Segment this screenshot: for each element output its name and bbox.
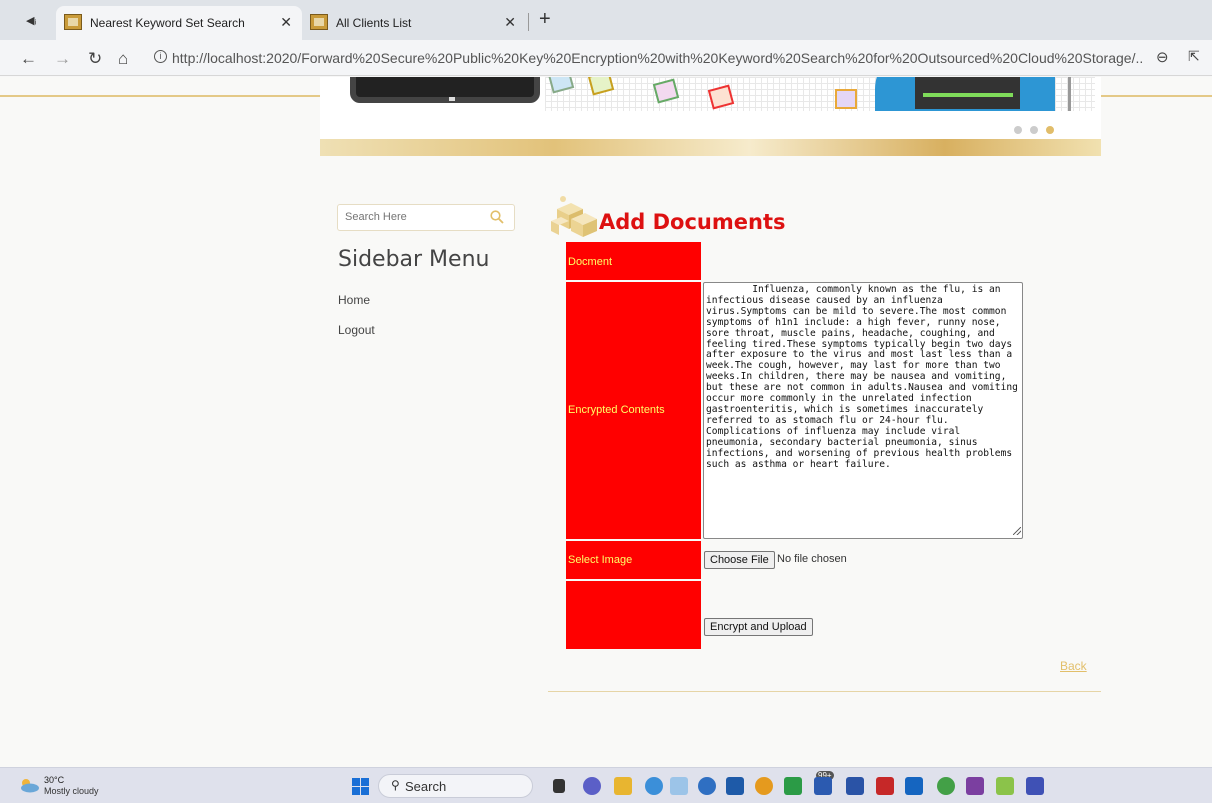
tablet-illustration xyxy=(350,77,540,103)
taskbar-search[interactable]: ⚲ Search xyxy=(378,774,533,798)
home-icon[interactable]: ⌂ xyxy=(118,49,128,69)
taskbar-search-label: Search xyxy=(405,779,447,794)
hero-slider xyxy=(320,77,1101,139)
reload-icon[interactable]: ↻ xyxy=(88,49,102,69)
gold-divider-bar xyxy=(320,139,1101,156)
slider-dot[interactable] xyxy=(1030,126,1038,134)
header-rule xyxy=(0,95,320,97)
search-input[interactable] xyxy=(345,211,485,223)
app-icon[interactable] xyxy=(670,777,688,795)
speaker-icon[interactable]: ◀ᵢ xyxy=(26,14,36,27)
url-field[interactable]: http://localhost:2020/Forward%20Secure%2… xyxy=(172,50,1142,66)
back-link[interactable]: Back xyxy=(1060,659,1087,673)
content-divider xyxy=(548,691,1101,692)
cubes-icon xyxy=(551,196,597,237)
submit-label-cell xyxy=(566,581,701,649)
site-favicon-icon xyxy=(310,14,328,30)
slider-dots xyxy=(1014,121,1062,139)
server-illustration xyxy=(875,77,1055,111)
new-tab-button[interactable]: + xyxy=(539,8,551,31)
notepad-icon[interactable] xyxy=(996,777,1014,795)
slider-dot[interactable] xyxy=(1014,126,1022,134)
weather-temperature: 30°C xyxy=(44,775,65,785)
header-rule xyxy=(1101,95,1212,97)
tab-all-clients[interactable]: All Clients List ✕ xyxy=(302,6,526,40)
banner-pole xyxy=(1068,77,1071,111)
search-icon[interactable] xyxy=(490,210,504,224)
document-label: Docment xyxy=(568,256,613,268)
sidebar-search xyxy=(337,204,515,231)
encrypted-label: Encrypted Contents xyxy=(568,404,665,416)
textarea-resize-handle[interactable] xyxy=(1013,527,1021,535)
image-label-cell: Select Image xyxy=(566,541,701,579)
tab-title: Nearest Keyword Set Search xyxy=(90,16,245,30)
zoom-icon[interactable]: ⊖ xyxy=(1156,48,1169,66)
tab-divider xyxy=(528,13,529,31)
sidebar-item-home[interactable]: Home xyxy=(338,293,370,307)
search-icon: ⚲ xyxy=(391,778,400,792)
file-explorer-icon[interactable] xyxy=(614,777,632,795)
app-icon[interactable] xyxy=(1026,777,1044,795)
page-title: Add Documents xyxy=(599,210,786,234)
choose-file-button[interactable]: Choose File xyxy=(704,551,775,569)
chat-icon[interactable] xyxy=(583,777,601,795)
search-app-icon[interactable] xyxy=(755,777,773,795)
address-bar-row: ← → ↻ ⌂ i http://localhost:2020/Forward%… xyxy=(0,40,1212,76)
windows-start-icon[interactable] xyxy=(352,778,369,795)
tab-nearest-keyword[interactable]: Nearest Keyword Set Search ✕ xyxy=(56,6,302,40)
windows-taskbar: 30°C Mostly cloudy ⚲ Search 99+ xyxy=(0,767,1212,803)
browser-tab-bar: ◀ᵢ Nearest Keyword Set Search ✕ All Clie… xyxy=(0,0,1212,40)
whatsapp-icon[interactable] xyxy=(784,777,802,795)
close-tab-icon[interactable]: ✕ xyxy=(280,14,292,31)
back-arrow-icon[interactable]: ← xyxy=(20,49,37,69)
task-view-icon[interactable] xyxy=(553,779,565,793)
app-icon[interactable] xyxy=(966,777,984,795)
slider-dot-active[interactable] xyxy=(1046,126,1054,134)
star-app-icon[interactable] xyxy=(698,777,716,795)
close-tab-icon[interactable]: ✕ xyxy=(504,14,516,31)
sidebar-item-logout[interactable]: Logout xyxy=(338,323,375,337)
encrypted-label-cell: Encrypted Contents xyxy=(566,282,701,539)
document-label-cell: Docment xyxy=(566,242,701,280)
weather-description: Mostly cloudy xyxy=(44,786,99,796)
sidebar-title: Sidebar Menu xyxy=(338,247,490,272)
chrome-icon[interactable] xyxy=(645,777,663,795)
image-label: Select Image xyxy=(568,554,633,566)
site-info-icon[interactable]: i xyxy=(154,50,167,63)
tab-title: All Clients List xyxy=(336,16,412,30)
x-app-icon[interactable] xyxy=(846,777,864,795)
arrow-document-icon xyxy=(835,89,857,109)
encrypted-contents-textarea[interactable]: Influenza, commonly known as the flu, is… xyxy=(703,282,1023,539)
share-icon[interactable]: ⇱ xyxy=(1188,48,1200,65)
site-favicon-icon xyxy=(64,14,82,30)
cloud-icon[interactable] xyxy=(18,777,40,793)
file-status-text: No file chosen xyxy=(777,553,847,565)
mail-icon[interactable] xyxy=(726,777,744,795)
web-page: Sidebar Menu Home Logout Add Documents D… xyxy=(0,77,1212,767)
app-icon[interactable] xyxy=(937,777,955,795)
encrypt-upload-button[interactable]: Encrypt and Upload xyxy=(704,618,813,636)
word-icon[interactable] xyxy=(814,777,832,795)
x-app-icon[interactable] xyxy=(876,777,894,795)
forward-arrow-icon[interactable]: → xyxy=(54,49,71,69)
app-icon[interactable] xyxy=(905,777,923,795)
